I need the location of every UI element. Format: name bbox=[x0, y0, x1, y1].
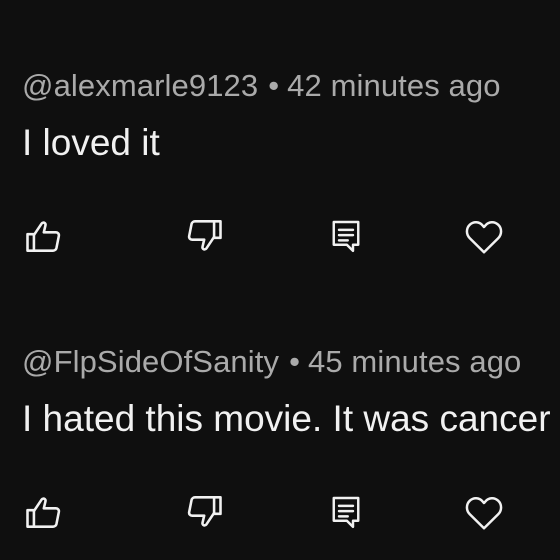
heart-icon bbox=[465, 221, 503, 254]
comment-meta: @alexmarle9123 • 42 minutes ago bbox=[22, 68, 501, 104]
heart-button[interactable] bbox=[460, 488, 508, 536]
dislike-button[interactable] bbox=[180, 212, 228, 260]
comment-actions bbox=[0, 488, 560, 536]
reply-button[interactable] bbox=[322, 488, 370, 536]
thumbs-up-icon bbox=[26, 497, 61, 528]
comment: @FlpSideOfSanity • 45 minutes ago I hated … bbox=[0, 276, 560, 546]
comment-author[interactable]: @FlpSideOfSanity bbox=[22, 344, 279, 379]
thumbs-down-icon bbox=[187, 496, 222, 527]
comment-reply-icon bbox=[332, 220, 360, 253]
heart-icon bbox=[465, 497, 503, 530]
comment-reply-icon bbox=[332, 496, 360, 529]
comment-actions bbox=[0, 212, 560, 260]
heart-button[interactable] bbox=[460, 212, 508, 260]
comment: @alexmarle9123 • 42 minutes ago I loved it bbox=[0, 0, 560, 270]
comment-meta: @FlpSideOfSanity • 45 minutes ago bbox=[22, 344, 521, 380]
meta-separator: • bbox=[268, 68, 280, 103]
comment-timestamp: 45 minutes ago bbox=[308, 344, 522, 379]
comment-author[interactable]: @alexmarle9123 bbox=[22, 68, 258, 103]
like-button[interactable] bbox=[20, 212, 68, 260]
comment-text: I hated this movie. It was cancer bbox=[22, 398, 551, 439]
comment-text: I loved it bbox=[22, 122, 160, 163]
meta-separator: • bbox=[289, 344, 301, 379]
like-button[interactable] bbox=[20, 488, 68, 536]
thumbs-up-icon bbox=[26, 221, 61, 252]
thumbs-down-icon bbox=[187, 220, 222, 251]
comment-timestamp: 42 minutes ago bbox=[287, 68, 501, 103]
reply-button[interactable] bbox=[322, 212, 370, 260]
dislike-button[interactable] bbox=[180, 488, 228, 536]
